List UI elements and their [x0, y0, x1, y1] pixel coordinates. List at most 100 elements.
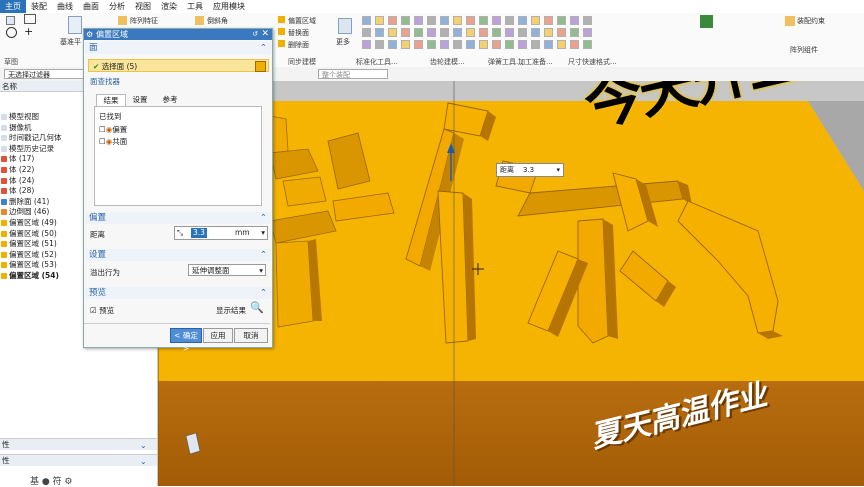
chevron-down-icon[interactable]: ▾ — [259, 265, 263, 277]
ribbon-tool-icon[interactable] — [453, 28, 462, 37]
ribbon-tool-icon[interactable] — [375, 28, 384, 37]
sketch-icon[interactable] — [6, 16, 15, 25]
ribbon-tool-icon[interactable] — [466, 16, 475, 25]
overflow-dropdown[interactable]: 延伸调整面 ▾ — [188, 264, 266, 276]
ribbon-tool-icon[interactable] — [583, 16, 592, 25]
ribbon-tool-icon[interactable] — [414, 16, 423, 25]
chevron-down-icon[interactable]: ⌄ — [140, 457, 147, 466]
ribbon-tool-icon[interactable] — [583, 28, 592, 37]
ribbon-tool-icon[interactable] — [453, 40, 462, 49]
ribbon-tool-icon[interactable] — [427, 16, 436, 25]
ribbon-tool-icon[interactable] — [583, 40, 592, 49]
array-icon[interactable] — [118, 16, 127, 25]
ribbon-tool-icon[interactable] — [440, 16, 449, 25]
ribbon-tool-icon[interactable] — [505, 40, 514, 49]
cube-select-icon[interactable] — [255, 61, 266, 72]
ribbon-tool-icon[interactable] — [518, 28, 527, 37]
ribbon-tool-icon[interactable] — [479, 16, 488, 25]
replace-face-icon[interactable] — [278, 28, 285, 35]
ribbon-tool-icon[interactable] — [414, 40, 423, 49]
menu-view[interactable]: 视图 — [130, 0, 156, 13]
menu-surface[interactable]: 曲面 — [78, 0, 104, 13]
ribbon-tool-icon[interactable] — [362, 28, 371, 37]
ribbon-tool-icon[interactable] — [388, 28, 397, 37]
ribbon-tool-icon[interactable] — [544, 16, 553, 25]
ribbon-tool-icon[interactable] — [531, 40, 540, 49]
menu-applications[interactable]: 应用模块 — [208, 0, 250, 13]
menu-analysis[interactable]: 分析 — [104, 0, 130, 13]
assembly-constraint-icon[interactable] — [785, 16, 795, 26]
ribbon-tool-icon[interactable] — [557, 28, 566, 37]
ribbon-tool-icon[interactable] — [570, 28, 579, 37]
offset-section-header[interactable]: 偏置 ⌃ — [85, 212, 271, 224]
ribbon-tool-icon[interactable] — [362, 16, 371, 25]
ribbon-tool-icon[interactable] — [531, 28, 540, 37]
array-component-label[interactable]: 阵列组件 — [790, 45, 818, 55]
ribbon-tool-icon[interactable] — [518, 40, 527, 49]
ribbon-tool-icon[interactable] — [401, 40, 410, 49]
preview-section-header[interactable]: 预览 ⌃ — [85, 287, 271, 299]
ribbon-tool-icon[interactable] — [557, 16, 566, 25]
chevron-down-icon[interactable]: ⌄ — [140, 441, 147, 450]
select-face-row[interactable]: ✔ 选择面 (5) — [88, 59, 269, 72]
array-feature-label[interactable]: 阵列特征 — [130, 16, 158, 26]
menu-assembly[interactable]: 装配 — [26, 0, 52, 13]
offset-region-icon[interactable] — [278, 16, 285, 23]
ribbon-tool-icon[interactable] — [479, 40, 488, 49]
ribbon-tool-icon[interactable] — [518, 16, 527, 25]
bottom-toolbar[interactable]: 基 ● 符 ⚙ — [30, 474, 73, 487]
cancel-button[interactable]: 取消 — [234, 328, 268, 343]
ribbon-tool-icon[interactable] — [427, 40, 436, 49]
ribbon-tool-icon[interactable] — [427, 28, 436, 37]
selection-filter-dropdown[interactable]: 无选择过滤器 — [4, 69, 84, 79]
dialog-titlebar[interactable]: ⚙ 偏置区域 ↺ ✕ — [84, 29, 272, 40]
ok-button[interactable]: < 确定 > — [170, 328, 202, 353]
menu-curve[interactable]: 曲线 — [52, 0, 78, 13]
apply-button[interactable]: 应用 — [203, 328, 233, 343]
face-section-header[interactable]: 面 ⌃ — [85, 42, 271, 54]
tab-settings[interactable]: 设置 — [126, 94, 154, 106]
assembly-filter-dropdown[interactable]: 整个装配 — [318, 69, 388, 79]
ribbon-tool-icon[interactable] — [453, 16, 462, 25]
ribbon-tool-icon[interactable] — [479, 28, 488, 37]
chevron-down-icon[interactable]: ▾ — [261, 227, 265, 239]
face-finder-label[interactable]: 面查找器 — [90, 76, 120, 87]
ribbon-tool-icon[interactable] — [466, 40, 475, 49]
found-item-coplanar[interactable]: ☐◉共面 — [99, 136, 127, 147]
delete-face-label[interactable]: 删除面 — [288, 40, 309, 50]
ribbon-tool-icon[interactable] — [544, 40, 553, 49]
ribbon-tool-icon[interactable] — [375, 16, 384, 25]
close-icon[interactable]: ✕ — [261, 29, 269, 40]
ribbon-tool-icon[interactable] — [401, 28, 410, 37]
menu-render[interactable]: 渲染 — [156, 0, 182, 13]
ribbon-tool-icon[interactable] — [362, 40, 371, 49]
ribbon-tool-icon[interactable] — [570, 40, 579, 49]
rectangle-icon[interactable] — [24, 14, 36, 24]
collapse-icon[interactable]: ⌃ — [260, 287, 267, 299]
ribbon-tool-icon[interactable] — [531, 16, 540, 25]
ribbon-tool-icon[interactable] — [401, 16, 410, 25]
ribbon-tool-icon[interactable] — [440, 28, 449, 37]
circle-icon[interactable] — [6, 27, 17, 38]
ribbon-tool-icon[interactable] — [492, 28, 501, 37]
collapse-icon[interactable]: ⌃ — [260, 249, 267, 261]
preview-checkbox[interactable]: ☑ 预览 — [90, 305, 114, 316]
plane-icon[interactable] — [68, 16, 82, 34]
ribbon-tool-icon[interactable] — [388, 16, 397, 25]
menu-home[interactable]: 主页 — [0, 0, 26, 13]
property-panel-header[interactable]: 性 — [0, 438, 157, 450]
ribbon-tool-icon[interactable] — [505, 16, 514, 25]
distance-input[interactable]: ⤡ 3.3 mm ▾ — [174, 226, 268, 240]
chamfer-label[interactable]: 倒斜角 — [207, 16, 228, 26]
ribbon-tool-icon[interactable] — [440, 40, 449, 49]
magnifier-icon[interactable]: 🔍 — [250, 301, 264, 314]
detail-panel-header[interactable]: 性 — [0, 454, 157, 466]
tab-reference[interactable]: 参考 — [156, 94, 184, 106]
ribbon-tool-icon[interactable] — [544, 28, 553, 37]
base-plane-label[interactable]: 基准平 — [60, 37, 81, 47]
chamfer-icon[interactable] — [195, 16, 204, 25]
ribbon-tool-icon[interactable] — [570, 16, 579, 25]
reset-icon[interactable]: ↺ — [252, 29, 258, 40]
found-item-offset[interactable]: ☐◉偏置 — [99, 124, 127, 135]
handle-distance-value[interactable]: 3.3 — [523, 164, 534, 176]
